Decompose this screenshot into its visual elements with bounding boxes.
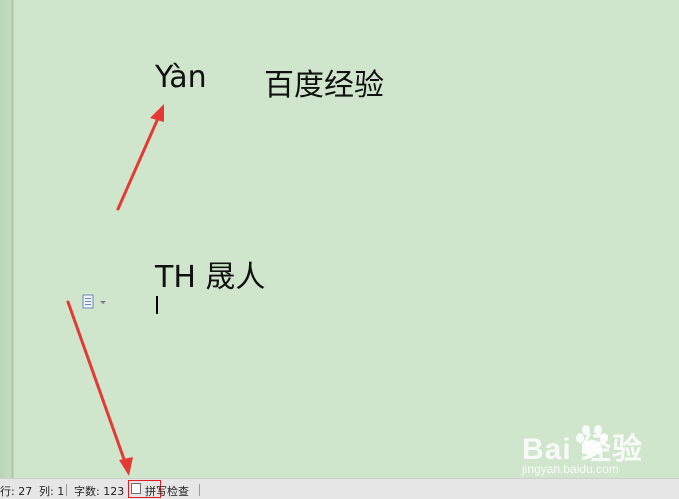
status-column: 列: 1 — [39, 485, 65, 498]
page-left-margin — [0, 0, 14, 478]
paste-options-icon — [82, 294, 106, 309]
status-row: 行: 27 — [0, 485, 33, 498]
watermark: Bai 经验 jingyan.baidu.com — [518, 424, 668, 476]
status-divider — [199, 484, 200, 496]
document-text-line[interactable]: TH 晟人 — [155, 252, 265, 296]
chevron-down-icon — [100, 301, 106, 304]
document-canvas[interactable]: Yàn 百度经验 TH 晟人 — [0, 0, 679, 478]
document-text-pinyin[interactable]: Yàn — [155, 60, 207, 95]
spell-check-checkbox[interactable] — [131, 483, 141, 494]
status-divider — [66, 484, 67, 496]
text-caret — [156, 296, 158, 314]
paste-options-button[interactable] — [80, 293, 108, 311]
document-text-heading[interactable]: 百度经验 — [264, 60, 384, 104]
status-word-count[interactable]: 字数: 123 — [74, 483, 124, 499]
spell-check-label[interactable]: 拼写检查 — [145, 483, 189, 499]
watermark-url: jingyan.baidu.com — [522, 462, 619, 476]
status-bar: 行: 27 列: 1 字数: 123 拼写检查 — [0, 478, 679, 499]
